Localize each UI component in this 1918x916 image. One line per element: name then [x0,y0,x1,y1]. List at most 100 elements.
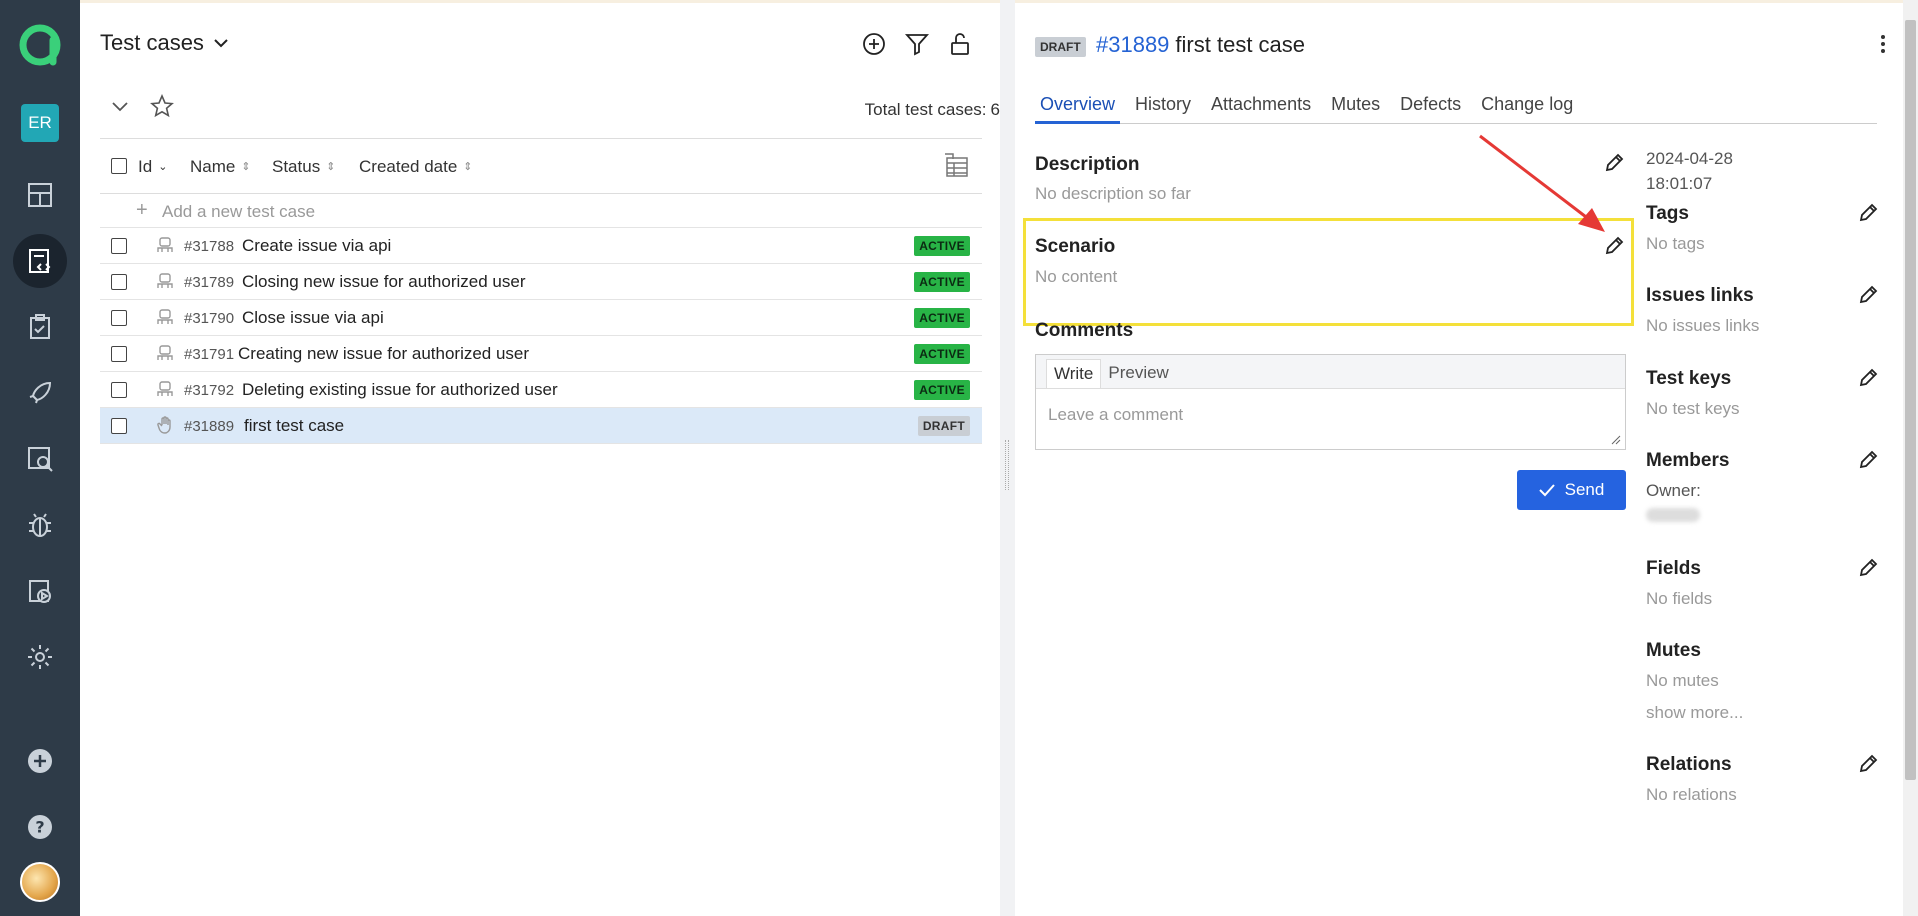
status-badge: ACTIVE [914,380,970,400]
add-test-case-icon[interactable] [860,30,888,58]
settings-icon[interactable] [13,630,67,684]
workspace-badge[interactable]: ER [21,104,59,142]
tab-history[interactable]: History [1130,90,1196,124]
edit-members-pencil-icon[interactable] [1857,449,1879,471]
column-name-label: Name [190,157,236,176]
row-name: Close issue via api [242,308,384,327]
scrollbar-thumb[interactable] [1905,20,1916,780]
total-test-cases: Total test cases: 6 [861,100,1000,120]
column-settings-icon[interactable] [944,153,970,179]
tab-overview[interactable]: Overview [1035,90,1121,124]
sort-icon: ⇕ [241,161,251,173]
automated-icon [157,273,173,288]
row-checkbox[interactable] [111,238,127,254]
comment-editor-tabs: Write Preview [1036,355,1625,389]
created-date-day: 2024-04-28 [1646,149,1733,168]
row-checkbox[interactable] [111,382,127,398]
edit-relations-pencil-icon[interactable] [1857,753,1879,775]
test-keys-title: Test keys [1646,368,1732,389]
mutes-value: No mutes [1646,671,1719,690]
select-all-checkbox[interactable] [111,158,127,174]
edit-description-pencil-icon[interactable] [1603,152,1625,174]
write-tab[interactable]: Write [1046,359,1102,388]
check-icon [1538,484,1555,497]
table-row[interactable]: #31791 Creating new issue for authorized… [100,336,982,372]
issues-links-title: Issues links [1646,285,1754,306]
add-test-case-row[interactable]: + Add a new test case [100,194,982,228]
comments-title: Comments [1035,320,1134,341]
automated-icon [157,381,173,396]
status-badge: ACTIVE [914,236,970,256]
user-avatar[interactable] [20,862,60,902]
test-case-id[interactable]: #31889 [1096,32,1169,57]
automated-icon [157,237,173,252]
edit-issues-pencil-icon[interactable] [1857,284,1879,306]
test-cases-title[interactable]: Test cases [100,30,230,56]
show-more-link[interactable]: show more... [1646,703,1743,723]
row-name: Deleting existing issue for authorized u… [242,380,558,399]
app-logo-icon[interactable] [19,24,61,66]
column-name[interactable]: Name ⇕ [190,157,251,177]
column-created-date-label: Created date [359,157,458,176]
tab-change-log[interactable]: Change log [1476,90,1578,124]
row-checkbox[interactable] [111,274,127,290]
tab-attachments[interactable]: Attachments [1206,90,1316,124]
row-name: Creating new issue for authorized user [238,344,530,363]
row-checkbox[interactable] [111,418,127,434]
test-cases-icon[interactable] [13,234,67,288]
collapse-tree-icon[interactable] [110,96,130,116]
relations-title: Relations [1646,754,1732,775]
comment-editor: Write Preview Leave a comment [1035,354,1626,450]
tags-value: No tags [1646,234,1705,253]
send-comment-button[interactable]: Send [1517,470,1626,510]
favorite-star-icon[interactable] [150,94,174,118]
tags-title: Tags [1646,203,1689,224]
description-value: No description so far [1035,184,1191,203]
unlock-icon[interactable] [946,30,974,58]
table-row[interactable]: #31790 Close issue via api ACTIVE [100,300,982,336]
scenario-title: Scenario [1035,236,1116,257]
column-status[interactable]: Status ⇕ [272,157,335,177]
table-row[interactable]: #31889 first test case DRAFT [100,408,982,444]
row-id: #31789 [184,274,235,291]
row-id: #31889 [184,418,235,435]
owner-name-blurred [1646,508,1700,522]
launches-icon[interactable] [13,366,67,420]
edit-test-keys-pencil-icon[interactable] [1857,367,1879,389]
manual-hand-icon [157,416,171,434]
sort-icon: ⇕ [326,161,336,173]
chevron-down-icon [214,39,228,48]
row-checkbox[interactable] [111,346,127,362]
tab-defects[interactable]: Defects [1395,90,1466,124]
analytics-icon[interactable] [13,432,67,486]
defects-icon[interactable] [13,498,67,552]
table-row[interactable]: #31789 Closing new issue for authorized … [100,264,982,300]
total-value: 6 [990,100,1000,119]
add-project-icon[interactable] [13,734,67,788]
edit-scenario-pencil-icon[interactable] [1603,235,1625,257]
row-checkbox[interactable] [111,310,127,326]
issues-links-value: No issues links [1646,316,1760,335]
jobs-icon[interactable] [13,564,67,618]
created-date: 2024-04-28 18:01:07 [1646,146,1733,196]
table-row[interactable]: #31788 Create issue via api ACTIVE [100,228,982,264]
edit-tags-pencil-icon[interactable] [1857,202,1879,224]
edit-fields-pencil-icon[interactable] [1857,557,1879,579]
plus-icon: + [136,199,148,221]
resize-handle[interactable] [1005,440,1009,490]
comment-input[interactable]: Leave a comment [1048,405,1183,425]
row-id: #31792 [184,382,235,399]
preview-tab[interactable]: Preview [1101,359,1175,388]
tab-mutes[interactable]: Mutes [1326,90,1385,124]
resize-grip-icon[interactable] [1611,435,1621,445]
dashboards-icon[interactable] [13,168,67,222]
column-created-date[interactable]: Created date ⇕ [359,157,473,177]
table-row[interactable]: #31792 Deleting existing issue for autho… [100,372,982,408]
more-options-icon[interactable] [1871,32,1895,56]
help-icon[interactable]: ? [13,800,67,854]
column-id[interactable]: Id ⌄ [138,157,167,177]
test-plans-icon[interactable] [13,300,67,354]
filter-icon[interactable] [903,30,931,58]
status-badge: ACTIVE [914,272,970,292]
total-label: Total test cases: [864,100,987,119]
